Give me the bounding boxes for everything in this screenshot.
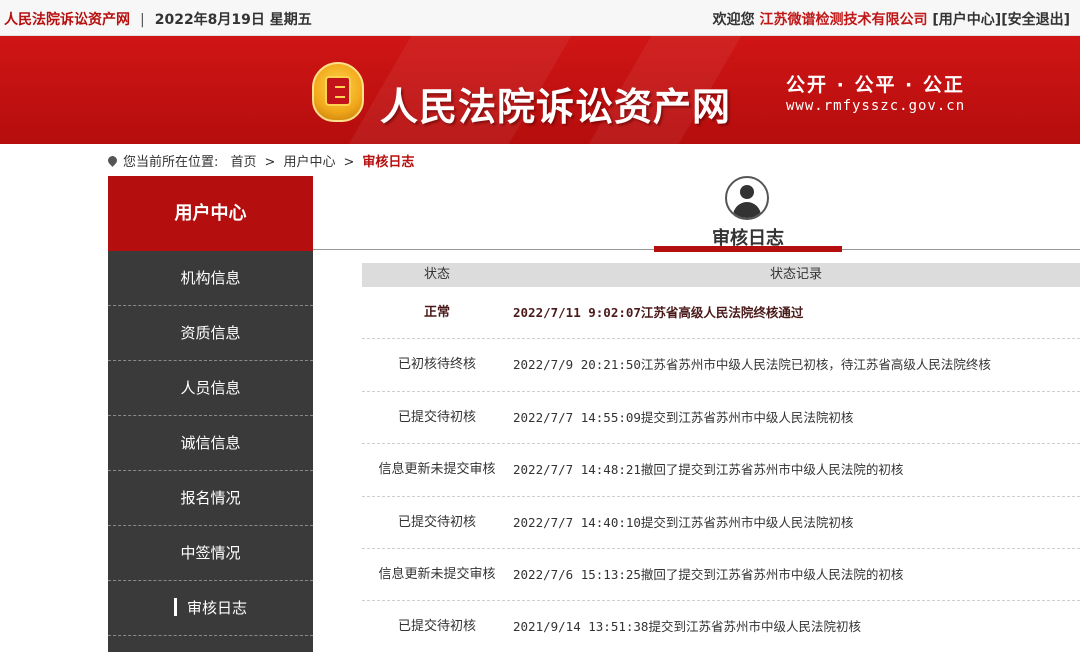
sidebar-item-label: 诚信信息 [180, 434, 241, 452]
table-header: 状态 状态记录 [362, 263, 1080, 287]
sidebar-item-selection[interactable]: 中签情况 [108, 526, 313, 581]
table-row: 正常 2022/7/11 9:02:07江苏省高级人民法院终核通过 [362, 287, 1080, 340]
column-header-record: 状态记录 [769, 267, 822, 282]
row-record: 2022/7/6 15:13:25撤回了提交到江苏省苏州市中级人民法院的初核 [513, 566, 904, 582]
row-status: 信息更新未提交审核 [378, 462, 496, 478]
sidebar-item-integrity[interactable]: 诚信信息 [108, 416, 313, 471]
row-record: 2022/7/7 14:55:09提交到江苏省苏州市中级人民法院初核 [513, 409, 854, 425]
sidebar-item-label: 资质信息 [180, 324, 241, 342]
location-pin-icon [106, 154, 119, 167]
table-row: 信息更新未提交审核 2022/7/6 15:13:25撤回了提交到江苏省苏州市中… [362, 549, 1080, 602]
table-row: 已提交待初核 2022/7/7 14:55:09提交到江苏省苏州市中级人民法院初… [362, 392, 1080, 445]
top-bar-left: 人民法院诉讼资产网 | 2022年8月19日 星期五 [4, 9, 312, 29]
sidebar-title: 用户中心 [108, 176, 313, 251]
table-row: 信息更新未提交审核 2022/7/7 14:48:21撤回了提交到江苏省苏州市中… [362, 444, 1080, 497]
title-underline [654, 246, 842, 252]
sidebar: 用户中心 机构信息 资质信息 人员信息 诚信信息 报名情况 中签情况 审核日志 [108, 176, 313, 652]
breadcrumb-prefix: 您当前所在位置: [123, 155, 219, 170]
table-row: 已初核待终核 2022/7/9 20:21:50江苏省苏州市中级人民法院已初核，… [362, 339, 1080, 392]
audit-log-table: 正常 2022/7/11 9:02:07江苏省高级人民法院终核通过 已初核待终核… [362, 287, 1080, 652]
sidebar-item-registration[interactable]: 报名情况 [108, 471, 313, 526]
top-bar: 人民法院诉讼资产网 | 2022年8月19日 星期五 欢迎您 江苏微谱检测技术有限公… [0, 0, 1080, 36]
sidebar-item-personnel[interactable]: 人员信息 [108, 361, 313, 416]
emblem-shield [325, 76, 351, 106]
main-content: 审核日志 状态 状态记录 正常 2022/7/11 9:02:07江苏省高级人民… [313, 176, 1080, 652]
sidebar-item-qualification[interactable]: 资质信息 [108, 306, 313, 361]
active-indicator [173, 597, 177, 616]
row-status: 已初核待终核 [397, 357, 476, 373]
row-record: 2022/7/7 14:40:10提交到江苏省苏州市中级人民法院初核 [513, 514, 854, 530]
sidebar-item-label: 人员信息 [180, 379, 241, 397]
breadcrumb-separator: > [264, 155, 276, 170]
avatar-body [733, 202, 761, 218]
row-status: 已提交待初核 [397, 514, 476, 530]
company-name: 江苏微谱检测技术有限公司 [759, 12, 928, 28]
user-center-link[interactable]: [用户中心] [932, 12, 1001, 28]
top-bar-separator: | [140, 12, 145, 28]
row-record: 2022/7/11 9:02:07江苏省高级人民法院终核通过 [513, 305, 804, 320]
scale-icon [335, 86, 345, 98]
breadcrumb-user-center[interactable]: 用户中心 [283, 155, 335, 170]
welcome-text: 欢迎您 [712, 12, 755, 28]
banner-title[interactable]: 人民法院诉讼资产网 [380, 76, 731, 131]
breadcrumb: 您当前所在位置: 首页 > 用户中心 > 审核日志 [106, 151, 415, 170]
row-record: 2021/9/14 13:51:38提交到江苏省苏州市中级人民法院初核 [513, 619, 861, 635]
court-emblem-icon [312, 62, 364, 122]
sidebar-item-label: 中签情况 [180, 544, 241, 562]
row-record: 2022/7/9 20:21:50江苏省苏州市中级人民法院已初核，待江苏省高级人… [513, 357, 991, 373]
row-status: 已提交待初核 [397, 619, 476, 635]
logout-link[interactable]: [安全退出] [1001, 12, 1070, 28]
banner-slogan: 公开 · 公平 · 公正 [786, 74, 965, 96]
top-bar-right: 欢迎您 江苏微谱检测技术有限公司 [用户中心][安全退出] [713, 9, 1070, 29]
breadcrumb-current: 审核日志 [362, 155, 415, 170]
user-avatar-icon [725, 176, 769, 220]
table-row: 已提交待初核 2022/7/7 14:40:10提交到江苏省苏州市中级人民法院初… [362, 497, 1080, 549]
row-status: 已提交待初核 [397, 409, 476, 425]
sidebar-item-org-info[interactable]: 机构信息 [108, 251, 313, 306]
sidebar-item-label: 报名情况 [180, 489, 241, 507]
current-date: 2022年8月19日 星期五 [154, 12, 312, 28]
breadcrumb-separator: > [343, 155, 355, 170]
table-row: 已提交待初核 2021/9/14 13:51:38提交到江苏省苏州市中级人民法院… [362, 601, 1080, 652]
avatar-head [740, 185, 754, 199]
banner-url: www.rmfysszc.gov.cn [786, 98, 966, 114]
breadcrumb-home[interactable]: 首页 [231, 155, 257, 170]
row-status: 信息更新未提交审核 [378, 566, 496, 582]
sidebar-item-label: 审核日志 [186, 599, 247, 617]
site-name[interactable]: 人民法院诉讼资产网 [4, 12, 130, 28]
sidebar-item-audit-log[interactable]: 审核日志 [108, 581, 313, 636]
row-record: 2022/7/7 14:48:21撤回了提交到江苏省苏州市中级人民法院的初核 [513, 462, 904, 478]
row-status: 正常 [423, 305, 450, 320]
sidebar-item-label: 机构信息 [180, 269, 241, 287]
column-header-status: 状态 [423, 267, 450, 282]
